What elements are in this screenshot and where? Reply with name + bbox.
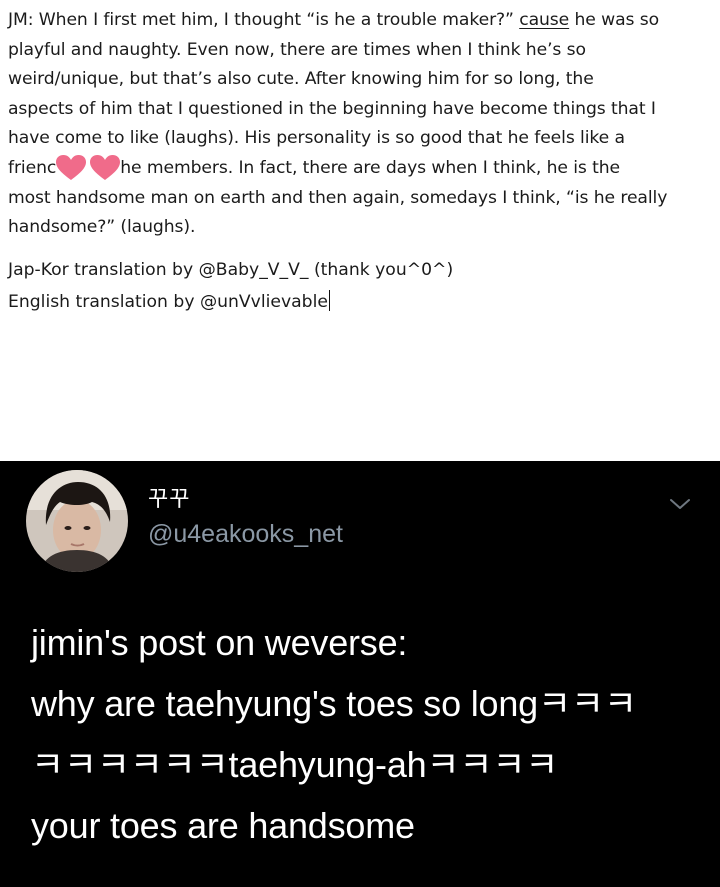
text-cursor [328, 290, 331, 311]
paragraph-line: handsome?” (laughs). [8, 217, 196, 238]
user-handle[interactable]: @u4eakooks_net [148, 520, 343, 549]
tweet-text-line: jimin's post on weverse: [31, 622, 408, 663]
heart-icon [56, 154, 87, 180]
profile-photo [26, 470, 128, 572]
paragraph-line: have come to like (laughs). His personal… [8, 128, 625, 149]
avatar[interactable] [26, 470, 128, 572]
display-name[interactable]: 꾸꾸 [148, 481, 190, 513]
paragraph-line: most handsome man on earth and then agai… [8, 187, 668, 208]
translation-paragraph: JM: When I first met him, I thought “is … [8, 6, 714, 243]
paragraph-line: frienc he members. In fact, there are day… [8, 154, 714, 184]
underlined-word: cause [519, 10, 570, 30]
heart-icon [90, 154, 121, 180]
translation-document: JM: When I first met him, I thought “is … [0, 0, 720, 461]
paragraph-line: playful and naughty. Even now, there are… [8, 39, 586, 60]
tweet-text-line: why are taehyung's toes so longㅋㅋㅋ [31, 683, 637, 724]
translation-credits: Jap-Kor translation by @Baby_V_V_ (thank… [8, 254, 453, 318]
paragraph-line: JM: When I first met him, I thought “is … [8, 10, 660, 30]
tweet-text: jimin's post on weverse: why are taehyun… [31, 612, 701, 856]
jap-kor-credit: Jap-Kor translation by @Baby_V_V_ (thank… [8, 260, 454, 280]
paragraph-line: aspects of him that I questioned in the … [8, 98, 656, 119]
tweet-text-line: your toes are handsome [31, 805, 415, 846]
tweet-text-line: ㅋㅋㅋㅋㅋㅋtaehyung-ahㅋㅋㅋㅋ [31, 744, 559, 785]
chevron-down-icon[interactable] [668, 495, 692, 513]
heart-stickers [56, 154, 121, 180]
english-credit: English translation by @unVvlievable [8, 292, 328, 312]
paragraph-line: weird/unique, but that’s also cute. Afte… [8, 69, 594, 90]
english-credit-line: English translation by @unVvlievable [8, 286, 453, 318]
